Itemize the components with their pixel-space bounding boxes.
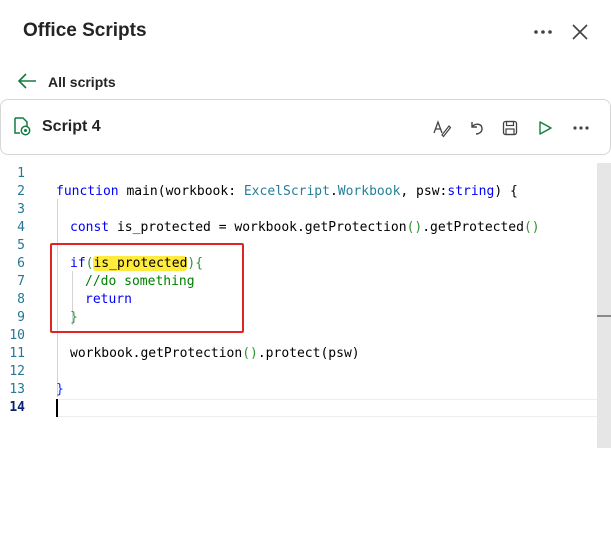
code-line: 11 workbook.getProtection().protect(psw): [0, 345, 597, 363]
line-number: 3: [17, 202, 25, 217]
bracket-token: (): [523, 220, 540, 235]
bracket-token: (): [406, 220, 423, 235]
code-line: 14: [0, 399, 597, 417]
line-number: 11: [9, 346, 25, 361]
code-line: 4 const is_protected = workbook.getProte…: [0, 219, 597, 237]
code-text: const is_protected = workbook.getProtect…: [70, 219, 540, 237]
code-line: 3: [0, 201, 597, 219]
type-keyword: string: [447, 184, 495, 199]
line-number: 4: [17, 220, 25, 235]
line-number: 10: [9, 328, 25, 343]
text-cursor: [56, 399, 58, 417]
annotation-box: [50, 243, 244, 333]
code-token: .: [329, 184, 338, 199]
arrow-left-icon[interactable]: [16, 70, 38, 92]
spell-check-icon[interactable]: [431, 117, 453, 139]
run-icon[interactable]: [534, 117, 556, 139]
code-line: 2 function main(workbook: ExcelScript.Wo…: [0, 183, 597, 201]
line-number: 6: [17, 256, 25, 271]
line-number: 13: [9, 382, 25, 397]
code-token: workbook.getProtection: [70, 346, 243, 361]
vertical-scrollbar[interactable]: [597, 163, 611, 448]
bracket-token: }: [56, 382, 64, 397]
save-icon[interactable]: [499, 117, 521, 139]
close-icon[interactable]: [568, 20, 592, 44]
back-navigation: All scripts: [0, 68, 611, 96]
more-horizontal-icon[interactable]: [531, 20, 555, 44]
keyword: const: [70, 220, 110, 235]
code-editor[interactable]: 1 2 function main(workbook: ExcelScript.…: [0, 163, 611, 536]
script-toolbar: Script 4: [0, 99, 611, 155]
line-number: 9: [17, 310, 25, 325]
code-text: function main(workbook: ExcelScript.Work…: [56, 183, 518, 201]
line-number: 5: [17, 238, 25, 253]
code-token: .protect: [257, 346, 321, 361]
code-token: ) {: [494, 184, 518, 199]
bracket-token: (): [242, 346, 258, 361]
code-line: 13 }: [0, 381, 597, 399]
code-line: 1: [0, 165, 597, 183]
keyword: function: [56, 184, 119, 199]
line-number: 1: [17, 166, 25, 181]
code-token: .getProtected: [422, 220, 524, 235]
type-token: ExcelScript: [243, 184, 330, 199]
script-file-icon: [12, 116, 32, 136]
type-token: Workbook: [337, 184, 401, 199]
line-number: 8: [17, 292, 25, 307]
code-line: 12: [0, 363, 597, 381]
code-token: main(workbook:: [118, 184, 244, 199]
pane-header: Office Scripts: [0, 0, 611, 62]
code-token: is_protected = workbook.getProtection: [109, 220, 407, 235]
code-token: , psw:: [400, 184, 448, 199]
line-number: 12: [9, 364, 25, 379]
code-text: workbook.getProtection().protect(psw): [70, 345, 360, 363]
code-token: (psw): [320, 346, 360, 361]
undo-icon[interactable]: [466, 117, 488, 139]
pane-title: Office Scripts: [23, 20, 147, 41]
line-number: 14: [9, 400, 25, 415]
line-number: 2: [17, 184, 25, 199]
all-scripts-link[interactable]: All scripts: [48, 74, 116, 90]
more-options-icon[interactable]: [570, 117, 592, 139]
line-number: 7: [17, 274, 25, 289]
scrollbar-marker: [597, 315, 611, 317]
script-name: Script 4: [42, 118, 101, 135]
